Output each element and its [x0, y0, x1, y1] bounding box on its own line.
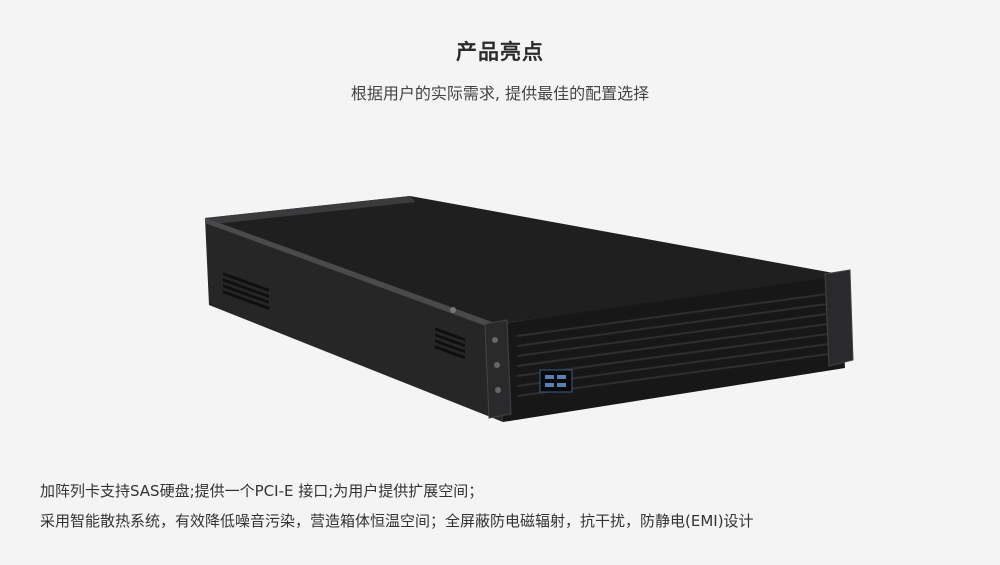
page-subtitle: 根据用户的实际需求, 提供最佳的配置选择	[350, 84, 650, 103]
page: 产品亮点 根据用户的实际需求, 提供最佳的配置选择 加阵列卡支持SAS硬盘;提供…	[0, 0, 1000, 565]
usb-port-icon	[545, 375, 554, 379]
usb-port-icon	[557, 375, 566, 379]
rack-ear-screw	[494, 362, 500, 368]
usb-port-panel	[539, 369, 573, 393]
usb-port-icon	[557, 383, 566, 387]
side-screw	[450, 307, 456, 313]
feature-line: 采用智能散热系统，有效降低噪音污染，营造箱体恒温空间；全屏蔽防电磁辐射，抗干扰，…	[40, 512, 754, 530]
feature-list: 加阵列卡支持SAS硬盘;提供一个PCI-E 接口;为用户提供扩展空间； 采用智能…	[40, 476, 960, 536]
page-title: 产品亮点	[456, 40, 544, 64]
rack-ear-left	[484, 319, 512, 419]
rack-ear-right	[824, 269, 854, 367]
server-chassis-image	[195, 190, 865, 430]
usb-port-icon	[545, 383, 554, 387]
feature-line: 加阵列卡支持SAS硬盘;提供一个PCI-E 接口;为用户提供扩展空间；	[40, 482, 484, 500]
rack-ear-screw	[492, 337, 498, 343]
rack-ear-screw	[495, 387, 501, 393]
server-chassis-icon	[205, 196, 854, 422]
